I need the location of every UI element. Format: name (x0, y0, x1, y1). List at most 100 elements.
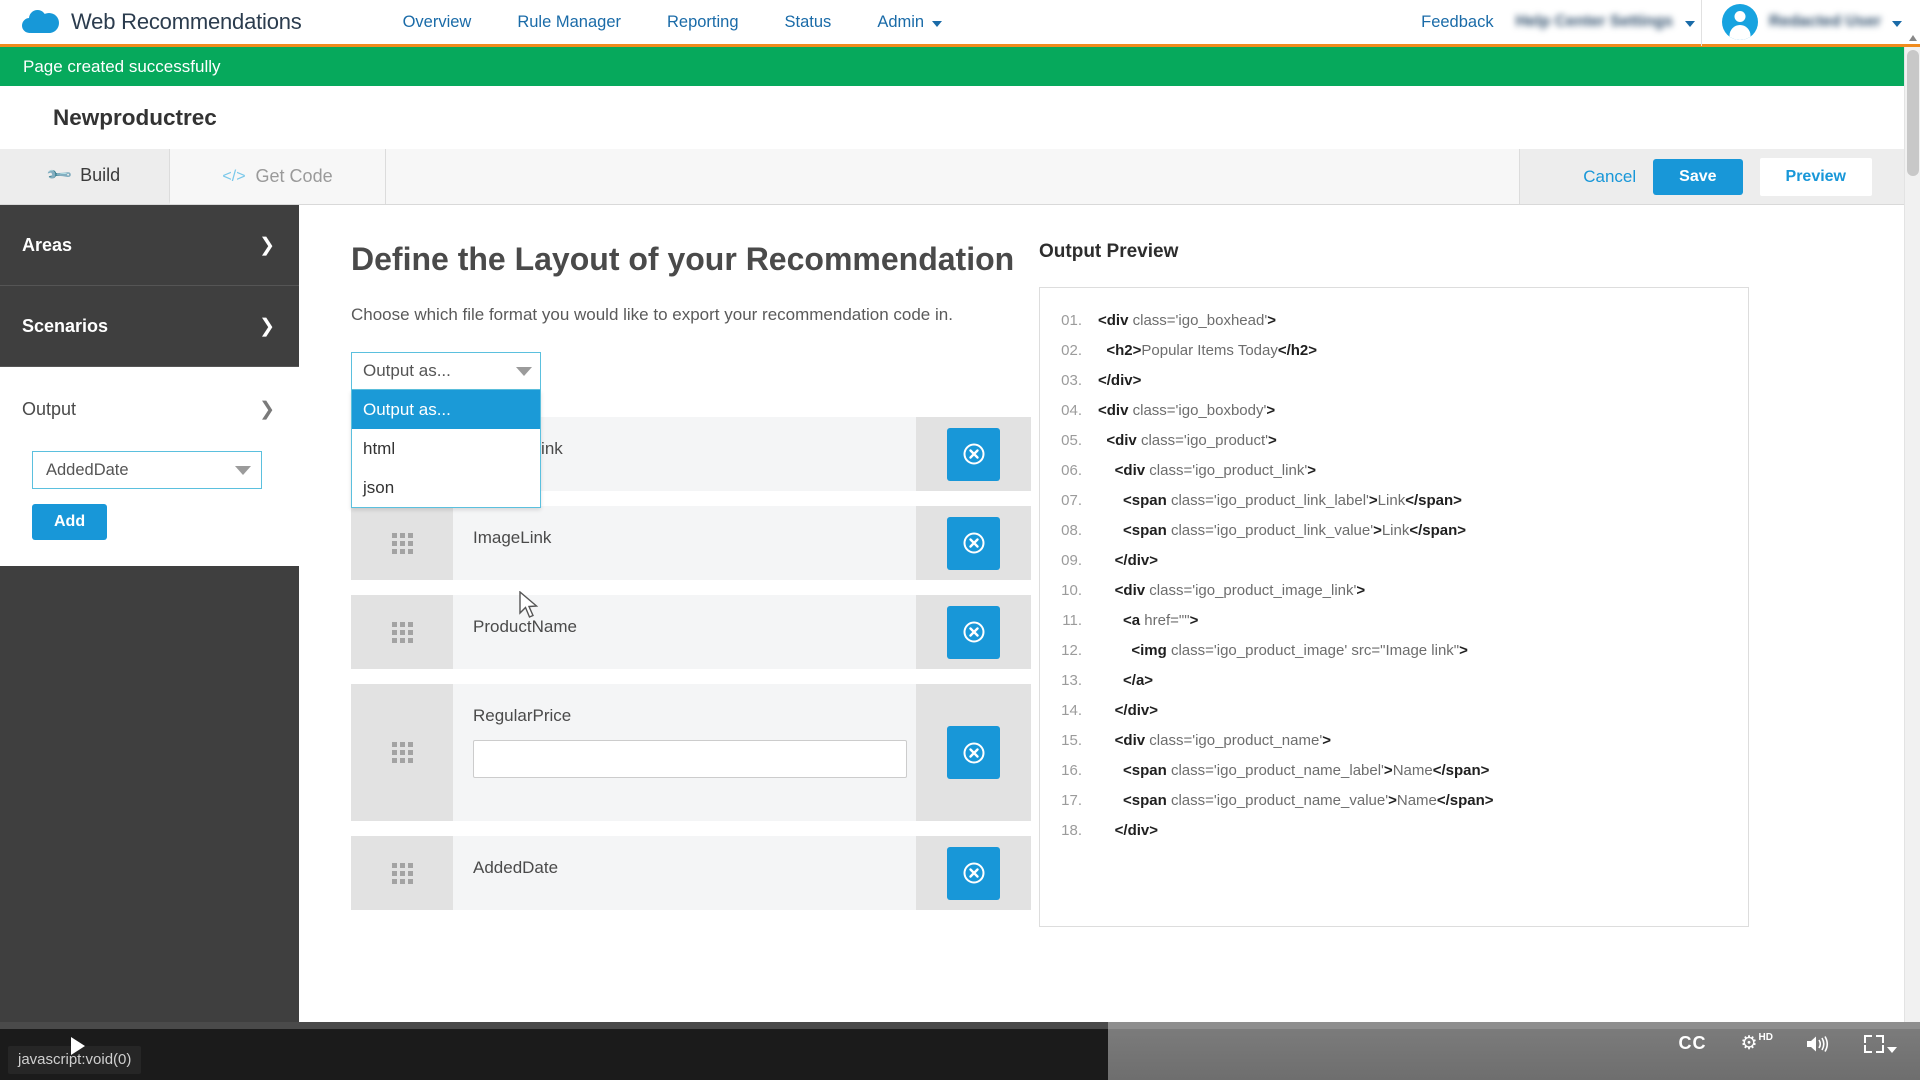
scroll-up-icon[interactable] (1909, 35, 1917, 41)
output-format-select[interactable]: Output as... (351, 352, 541, 390)
preview-button[interactable]: Preview (1759, 157, 1872, 196)
field-remove-cell (916, 836, 1031, 910)
settings-quality-button[interactable]: ⚙ HD (1740, 1031, 1774, 1054)
nav-item-reporting[interactable]: Reporting (644, 13, 762, 32)
code-line-number: 12. (1061, 642, 1082, 659)
field-row[interactable]: ImageLink (351, 506, 1031, 580)
nav-item-admin[interactable]: Admin (854, 13, 965, 32)
field-body: RegularPrice (453, 684, 916, 821)
main-content: Define the Layout of your Recommendation… (299, 205, 1920, 1040)
video-progress-played (0, 1022, 1108, 1029)
video-player-controls: CC ⚙ HD (0, 1022, 1920, 1080)
nav-item-label: Rule Manager (517, 12, 621, 31)
success-banner: Page created successfully (0, 47, 1920, 86)
field-label: RegularPrice (473, 706, 572, 725)
hd-badge: HD (1758, 1031, 1773, 1043)
code-line-text: </div> (1114, 552, 1159, 569)
code-line: 14. </div> (1040, 696, 1748, 726)
code-line: 18. </div> (1040, 816, 1748, 846)
output-preview-heading: Output Preview (1039, 241, 1179, 262)
code-line: 02. <h2>Popular Items Today</h2> (1040, 336, 1748, 366)
remove-circle-icon[interactable] (947, 427, 1000, 481)
chevron-down-icon (1887, 1046, 1897, 1053)
vertical-scrollbar[interactable] (1904, 35, 1920, 1064)
add-button[interactable]: Add (32, 504, 108, 540)
remove-circle-icon[interactable] (947, 846, 1000, 900)
drag-grip-icon[interactable] (351, 506, 453, 580)
volume-button[interactable] (1806, 1034, 1830, 1054)
nav-item-overview[interactable]: Overview (380, 13, 495, 32)
code-line-text: </a> (1123, 672, 1154, 689)
drag-grip-icon[interactable] (351, 595, 453, 669)
code-lines: 01. <div class='igo_boxhead'> 02. <h2>Popu… (1040, 306, 1748, 846)
brand[interactable]: Web Recommendations (22, 9, 302, 35)
chevron-right-icon: ❯ (259, 398, 275, 420)
remove-circle-icon[interactable] (947, 726, 1000, 779)
user-menu[interactable]: Redacted User (1716, 4, 1902, 40)
field-body: ImageLink (453, 506, 916, 580)
remove-circle-icon[interactable] (947, 605, 1000, 659)
code-line-text: <div class='igo_boxhead'> (1098, 312, 1276, 329)
scrollbar-thumb[interactable] (1907, 50, 1919, 176)
dropdown-option-label: Output as... (363, 399, 451, 419)
code-line: 12. <img class='igo_product_image' src="… (1040, 636, 1748, 666)
code-line-number: 11. (1062, 612, 1082, 629)
code-line-text: <a href=""> (1123, 612, 1199, 629)
tab-strip: 🔧 Build </> Get Code Cancel Save Preview (0, 149, 1920, 205)
body: Areas ❯ Scenarios ❯ Output ❯ AddedDate A… (0, 205, 1920, 1040)
code-line: 04. <div class='igo_boxbody'> (1040, 396, 1748, 426)
exit-fullscreen-icon (1864, 1034, 1884, 1053)
code-line: 06. <div class='igo_product_link'> (1040, 456, 1748, 486)
sidebar-item-label: Scenarios (22, 315, 109, 336)
chevron-down-icon (932, 21, 943, 27)
code-line: 05. <div class='igo_product'> (1040, 426, 1748, 456)
wrench-icon: 🔧 (44, 160, 74, 189)
code-line-text: <div class='igo_product_image_link'> (1114, 582, 1366, 599)
dropdown-option-label: html (363, 438, 396, 458)
sidebar-item-label: Output (22, 398, 77, 419)
code-line-number: 07. (1061, 492, 1082, 509)
field-value-input[interactable] (473, 740, 907, 778)
redacted-nav-items[interactable]: Help Center Settings (1516, 13, 1673, 31)
mouse-cursor (519, 591, 539, 618)
code-line-number: 04. (1061, 402, 1082, 419)
dropdown-option-html[interactable]: html (352, 429, 540, 468)
exit-fullscreen-button[interactable] (1864, 1034, 1897, 1053)
page-title-bar: Newproductrec (0, 86, 1920, 149)
video-progress-track[interactable] (0, 1022, 1920, 1029)
save-button[interactable]: Save (1653, 158, 1743, 195)
top-navigation-bar: Web Recommendations Overview Rule Manage… (0, 0, 1920, 47)
sidebar-item-output[interactable]: Output ❯ (0, 367, 299, 451)
dropdown-option-output-as[interactable]: Output as... (352, 390, 540, 429)
field-row[interactable]: RegularPrice (351, 684, 1031, 821)
dropdown-option-json[interactable]: json (352, 468, 540, 507)
tab-build[interactable]: 🔧 Build (0, 149, 170, 204)
drag-grip-icon[interactable] (351, 836, 453, 910)
drag-grip-icon[interactable] (351, 684, 453, 821)
tab-actions: Cancel Save Preview (1520, 149, 1920, 204)
nav-right-group: Feedback Help Center Settings Redacted U… (1421, 0, 1902, 46)
nav-item-rule-manager[interactable]: Rule Manager (494, 13, 644, 32)
output-format-value: Output as... (363, 361, 451, 380)
field-row[interactable]: AddedDate (351, 836, 1031, 910)
gear-icon: ⚙ (1740, 1032, 1758, 1054)
field-select-wrap: AddedDate (32, 451, 262, 489)
brand-title: Web Recommendations (71, 9, 302, 34)
tab-get-code[interactable]: </> Get Code (170, 149, 386, 204)
closed-captions-button[interactable]: CC (1679, 1033, 1707, 1054)
output-preview-panel: Output Preview 01. <div class='igo_boxhea… (1039, 241, 1799, 927)
sidebar-item-areas[interactable]: Areas ❯ (0, 205, 299, 286)
cancel-button[interactable]: Cancel (1583, 167, 1636, 187)
nav-item-status[interactable]: Status (762, 13, 855, 32)
field-row[interactable]: ProductName (351, 595, 1031, 669)
code-line-text: </div> (1114, 702, 1159, 719)
code-line: 13. </a> (1040, 666, 1748, 696)
feedback-link[interactable]: Feedback (1421, 13, 1515, 32)
code-preview[interactable]: 01. <div class='igo_boxhead'> 02. <h2>Popu… (1039, 287, 1749, 927)
remove-circle-icon[interactable] (947, 516, 1000, 570)
sidebar-item-scenarios[interactable]: Scenarios ❯ (0, 286, 299, 367)
nav-item-label: Reporting (666, 12, 739, 31)
code-line: 17. <span class='igo_product_name_value'… (1040, 786, 1748, 816)
field-select[interactable]: AddedDate (32, 451, 262, 489)
play-icon[interactable] (66, 1034, 90, 1058)
